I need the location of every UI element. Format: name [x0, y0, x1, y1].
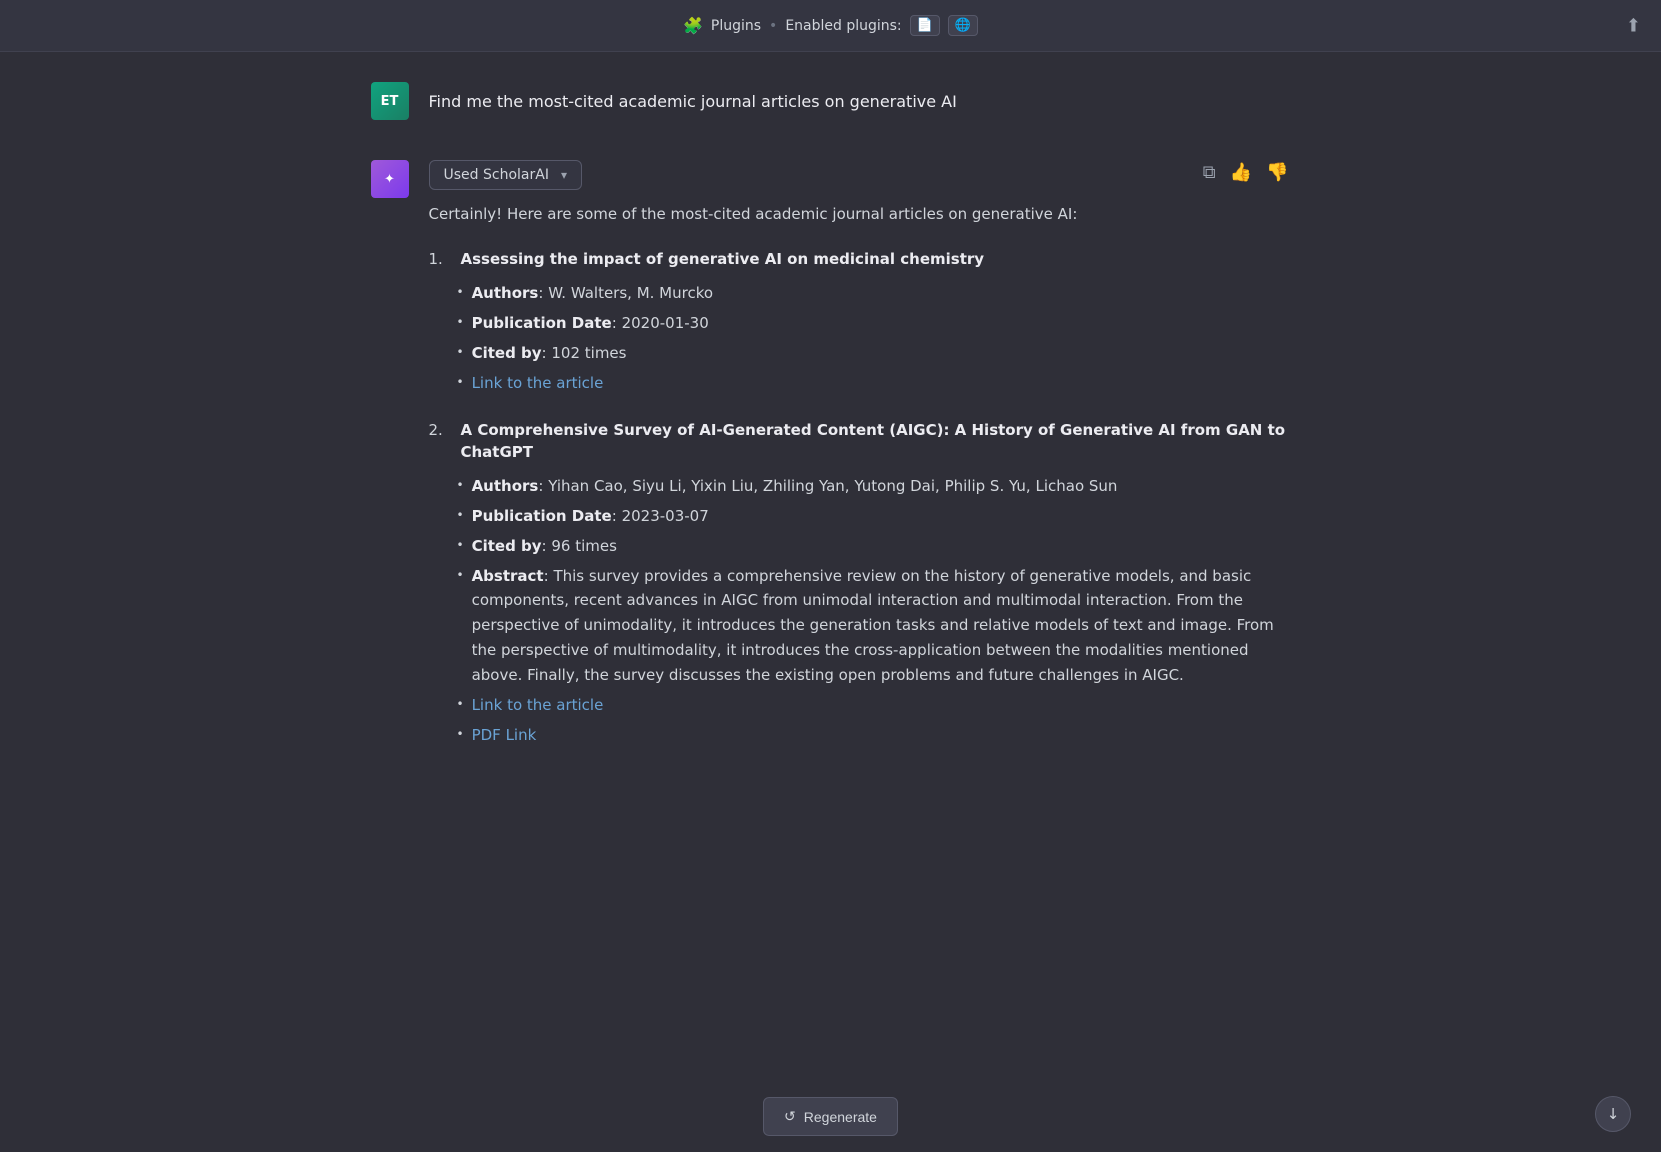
scroll-down-icon: ↓	[1607, 1105, 1620, 1123]
abstract-label-2: Abstract	[472, 567, 544, 585]
bullet-icon: •	[457, 283, 464, 302]
puzzle-icon: 🧩	[683, 16, 703, 35]
abstract-value-2: This survey provides a comprehensive rev…	[472, 567, 1274, 684]
date-label-2: Publication Date	[472, 507, 612, 525]
article-2-authors-row: • Authors: Yihan Cao, Siyu Li, Yixin Liu…	[457, 474, 1291, 498]
message-actions: ⧉ 👍 👎	[1201, 160, 1291, 185]
article-item-1: 1. Assessing the impact of generative AI…	[429, 248, 1291, 395]
plugin1-badge[interactable]: 📄	[910, 15, 940, 36]
article-1-cited-row: • Cited by: 102 times	[457, 341, 1291, 365]
cited-label-1: Cited by	[472, 344, 542, 362]
article-1-title: Assessing the impact of generative AI on…	[461, 248, 985, 271]
plugin1-icon: 📄	[917, 18, 933, 33]
article-2-abstract-row: • Abstract: This survey provides a compr…	[457, 564, 1291, 688]
scroll-down-button[interactable]: ↓	[1595, 1096, 1631, 1132]
regenerate-label: Regenerate	[804, 1109, 877, 1125]
thumbdown-button[interactable]: 👎	[1264, 160, 1290, 185]
cited-value-1: 102 times	[551, 344, 626, 362]
article-2-details: • Authors: Yihan Cao, Siyu Li, Yixin Liu…	[457, 474, 1291, 748]
dot-separator: •	[769, 18, 777, 34]
bottom-bar: ↺ Regenerate	[0, 1081, 1661, 1152]
article-1-details: • Authors: W. Walters, M. Murcko • Publi…	[457, 281, 1291, 395]
date-value-1: 2020-01-30	[622, 314, 709, 332]
bullet-icon: •	[457, 506, 464, 525]
ai-logo: ✦	[384, 172, 395, 187]
cited-label-2: Cited by	[472, 537, 542, 555]
chevron-down-icon: ▾	[561, 168, 567, 182]
article-1-header: 1. Assessing the impact of generative AI…	[429, 248, 1291, 271]
intro-text: Certainly! Here are some of the most-cit…	[429, 202, 1291, 226]
top-bar: 🧩 Plugins • Enabled plugins: 📄 🌐 ⬆	[0, 0, 1661, 52]
copy-button[interactable]: ⧉	[1201, 160, 1218, 185]
article-1-number: 1.	[429, 250, 453, 268]
authors-value-2: Yihan Cao, Siyu Li, Yixin Liu, Zhiling Y…	[548, 477, 1117, 495]
ai-avatar: ✦	[371, 160, 409, 198]
article-2-title: A Comprehensive Survey of AI-Generated C…	[461, 419, 1291, 464]
plugins-label: Plugins	[711, 18, 761, 34]
user-initials: ET	[381, 94, 399, 109]
bullet-icon: •	[457, 566, 464, 585]
plugin-used-label: Used ScholarAI	[444, 167, 549, 183]
article-item-2: 2. A Comprehensive Survey of AI-Generate…	[429, 419, 1291, 748]
date-label-1: Publication Date	[472, 314, 612, 332]
ai-message-wrapper: ⧉ 👍 👎 Used ScholarAI ▾ Certainly! Here a…	[429, 160, 1291, 771]
enabled-label: Enabled plugins:	[785, 18, 901, 34]
top-bar-center: 🧩 Plugins • Enabled plugins: 📄 🌐	[683, 15, 978, 36]
bullet-icon: •	[457, 695, 464, 714]
article-2-link-row: • Link to the article	[457, 693, 1291, 717]
article-2-header: 2. A Comprehensive Survey of AI-Generate…	[429, 419, 1291, 464]
article-2-cited-row: • Cited by: 96 times	[457, 534, 1291, 558]
user-message-row: ET Find me the most-cited academic journ…	[371, 82, 1291, 120]
regenerate-button[interactable]: ↺ Regenerate	[763, 1097, 898, 1136]
ai-message-row: ✦ ⧉ 👍 👎 Used ScholarAI ▾	[371, 160, 1291, 771]
bullet-icon: •	[457, 725, 464, 744]
thumbdown-icon: 👎	[1266, 162, 1288, 183]
share-button[interactable]: ⬆	[1626, 15, 1641, 36]
article-2-pdf-row: • PDF Link	[457, 723, 1291, 747]
articles-list: 1. Assessing the impact of generative AI…	[429, 248, 1291, 771]
bullet-icon: •	[457, 476, 464, 495]
authors-value-1: W. Walters, M. Murcko	[548, 284, 713, 302]
regenerate-icon: ↺	[784, 1108, 796, 1125]
article-2-number: 2.	[429, 421, 453, 439]
chat-area: ET Find me the most-cited academic journ…	[351, 52, 1311, 931]
cited-value-2: 96 times	[551, 537, 617, 555]
plugin2-icon: 🌐	[955, 18, 971, 33]
copy-icon: ⧉	[1203, 162, 1216, 183]
thumbup-button[interactable]: 👍	[1228, 160, 1254, 185]
bullet-icon: •	[457, 343, 464, 362]
article-1-link[interactable]: Link to the article	[472, 371, 604, 395]
bullet-icon: •	[457, 373, 464, 392]
thumbup-icon: 👍	[1230, 162, 1252, 183]
article-2-link[interactable]: Link to the article	[472, 693, 604, 717]
article-1-authors-row: • Authors: W. Walters, M. Murcko	[457, 281, 1291, 305]
date-value-2: 2023-03-07	[622, 507, 709, 525]
ai-response: Used ScholarAI ▾ Certainly! Here are som…	[429, 160, 1291, 771]
plugin-used-dropdown[interactable]: Used ScholarAI ▾	[429, 160, 582, 190]
bullet-icon: •	[457, 536, 464, 555]
user-avatar: ET	[371, 82, 409, 120]
bullet-icon: •	[457, 313, 464, 332]
plugin2-badge[interactable]: 🌐	[948, 15, 978, 36]
article-1-date-row: • Publication Date: 2020-01-30	[457, 311, 1291, 335]
share-icon: ⬆	[1626, 15, 1641, 35]
article-2-pdf-link[interactable]: PDF Link	[472, 723, 537, 747]
user-text: Find me the most-cited academic journal …	[429, 92, 1291, 111]
article-2-date-row: • Publication Date: 2023-03-07	[457, 504, 1291, 528]
article-1-link-row: • Link to the article	[457, 371, 1291, 395]
user-message-content: Find me the most-cited academic journal …	[429, 82, 1291, 111]
authors-label-2: Authors	[472, 477, 539, 495]
authors-label-1: Authors	[472, 284, 539, 302]
